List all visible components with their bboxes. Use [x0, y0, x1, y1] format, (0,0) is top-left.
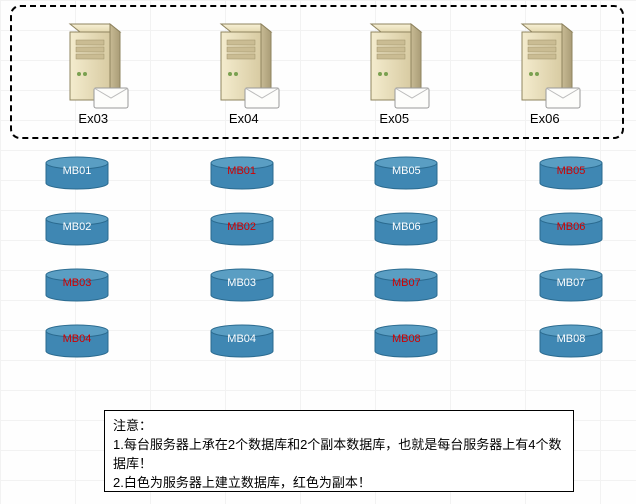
- server-row: Ex03 Ex04 Ex05: [18, 14, 620, 126]
- server-column: Ex03: [18, 14, 168, 126]
- server-label: Ex03: [78, 111, 108, 126]
- database-label: MB07: [538, 277, 604, 289]
- database-label: MB04: [209, 333, 275, 345]
- database-label: MB01: [44, 165, 110, 177]
- database-icon: MB02: [209, 212, 275, 246]
- database-icon: MB04: [209, 324, 275, 358]
- database-label: MB05: [373, 165, 439, 177]
- database-icon: MB06: [538, 212, 604, 246]
- database-label: MB08: [373, 333, 439, 345]
- database-label: MB03: [209, 277, 275, 289]
- database-icon: MB06: [373, 212, 439, 246]
- db-column: MB01 MB02 MB03 MB04: [44, 156, 110, 358]
- database-label: MB08: [538, 333, 604, 345]
- database-icon: MB08: [373, 324, 439, 358]
- database-icon: MB07: [538, 268, 604, 302]
- database-grid: MB01 MB02 MB03 MB04 MB01 MB02 MB03: [44, 156, 604, 358]
- database-label: MB01: [209, 165, 275, 177]
- note-box: 注意： 1.每台服务器上承在2个数据库和2个副本数据库，也就是每台服务器上有4个…: [104, 410, 574, 492]
- database-icon: MB01: [44, 156, 110, 190]
- database-icon: MB01: [209, 156, 275, 190]
- database-icon: MB03: [209, 268, 275, 302]
- database-icon: MB07: [373, 268, 439, 302]
- db-column: MB05 MB06 MB07 MB08: [373, 156, 439, 358]
- database-icon: MB03: [44, 268, 110, 302]
- database-label: MB02: [209, 221, 275, 233]
- server-icon: [500, 14, 590, 109]
- database-label: MB05: [538, 165, 604, 177]
- server-icon: [199, 14, 289, 109]
- database-label: MB02: [44, 221, 110, 233]
- database-label: MB06: [373, 221, 439, 233]
- server-label: Ex06: [530, 111, 560, 126]
- server-icon: [349, 14, 439, 109]
- note-header: 注意：: [113, 417, 565, 436]
- database-icon: MB05: [538, 156, 604, 190]
- db-column: MB01 MB02 MB03 MB04: [209, 156, 275, 358]
- database-label: MB07: [373, 277, 439, 289]
- server-column: Ex04: [169, 14, 319, 126]
- server-label: Ex04: [229, 111, 259, 126]
- database-icon: MB02: [44, 212, 110, 246]
- note-line: 2.白色为服务器上建立数据库，红色为副本！: [113, 474, 565, 493]
- database-icon: MB08: [538, 324, 604, 358]
- db-column: MB05 MB06 MB07 MB08: [538, 156, 604, 358]
- server-column: Ex06: [470, 14, 620, 126]
- server-label: Ex05: [379, 111, 409, 126]
- database-label: MB03: [44, 277, 110, 289]
- database-label: MB06: [538, 221, 604, 233]
- database-icon: MB04: [44, 324, 110, 358]
- database-label: MB04: [44, 333, 110, 345]
- note-line: 1.每台服务器上承在2个数据库和2个副本数据库，也就是每台服务器上有4个数据库！: [113, 436, 565, 474]
- server-icon: [48, 14, 138, 109]
- server-column: Ex05: [319, 14, 469, 126]
- database-icon: MB05: [373, 156, 439, 190]
